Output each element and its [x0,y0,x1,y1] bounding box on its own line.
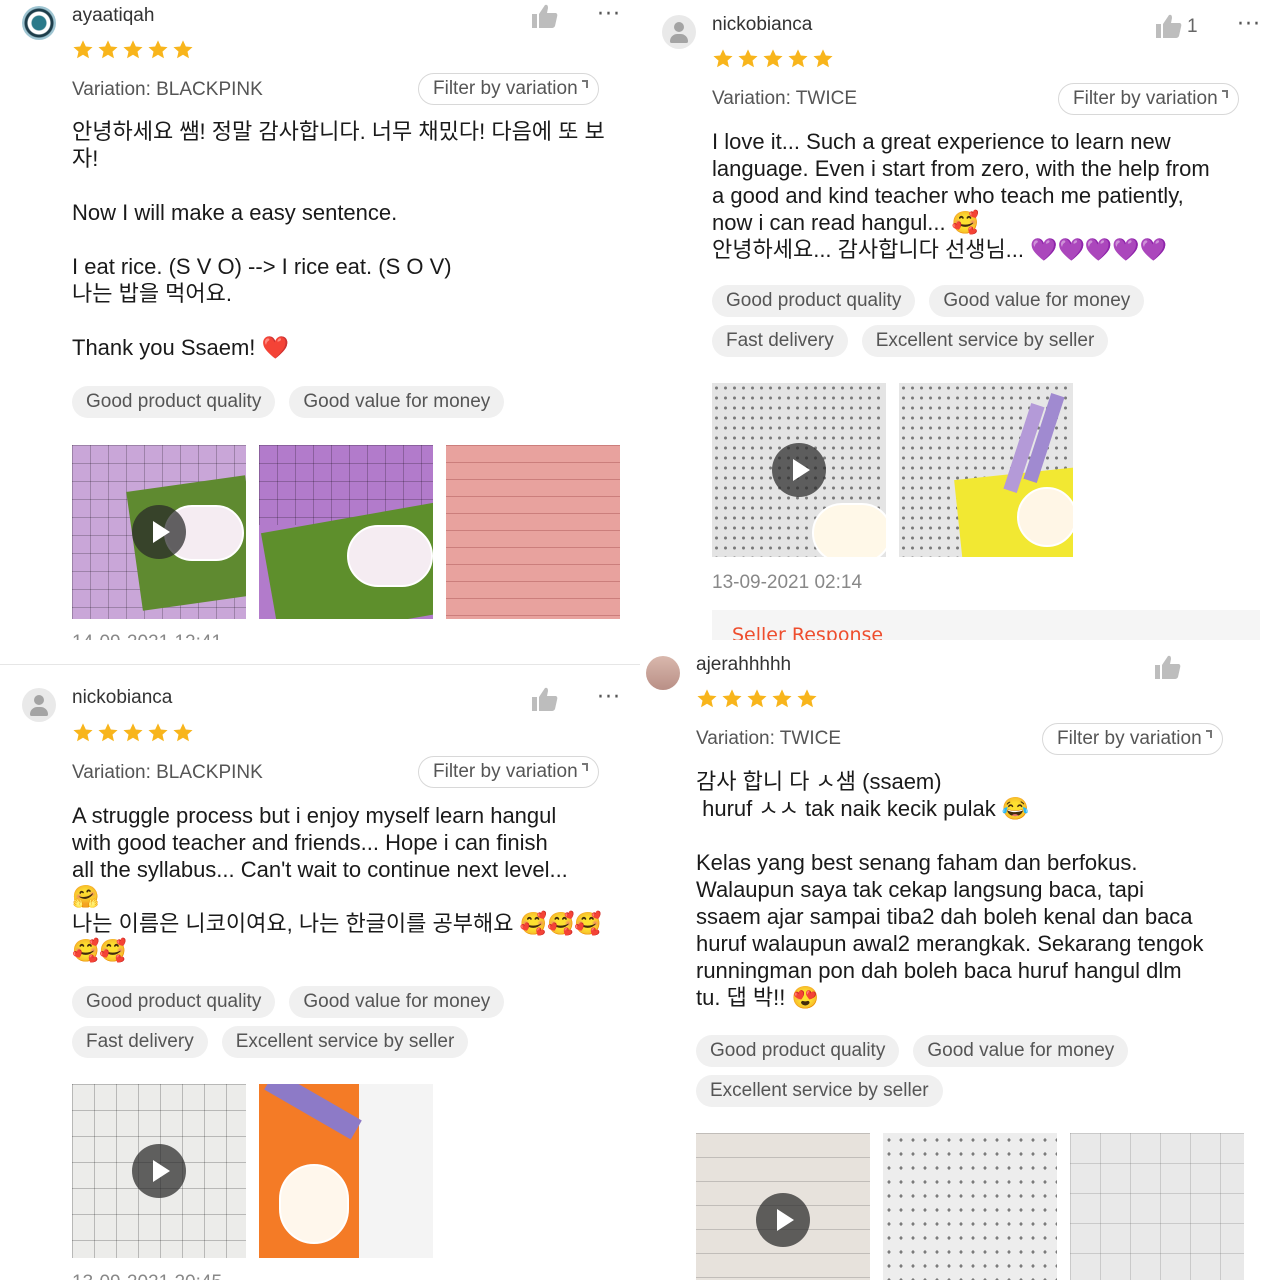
username[interactable]: nickobianca [72,687,172,709]
review-photo-thumbnail[interactable] [446,445,620,619]
user-avatar[interactable] [662,15,696,49]
tag-chip: Excellent service by seller [861,325,1109,357]
filter-label: Filter by variation [433,761,578,782]
tag-chip: Excellent service by seller [221,1026,469,1058]
star-icon [722,689,742,708]
filter-label: Filter by variation [433,78,578,99]
review-photo-thumbnail[interactable] [899,383,1073,557]
play-icon[interactable] [756,1193,810,1247]
review-text: 안녕하세요 쌤! 정말 감사합니다. 너무 채밌다! 다음에 또 보 자! No… [72,119,605,360]
review-video-thumbnail[interactable] [72,445,246,619]
thumbs-up-icon[interactable] [1155,13,1183,39]
star-icon [73,723,93,742]
star-icon [98,723,118,742]
review-photo-thumbnail[interactable] [1070,1133,1244,1280]
review-text: I love it... Such a great experience to … [712,129,1210,262]
review-photo-thumbnail[interactable] [883,1133,1057,1280]
tag-chip: Fast delivery [712,325,848,357]
review-card: ayaatiqah ··· Variation: BLACKPINK Filte… [0,0,640,640]
star-icon [797,689,817,708]
review-card: nickobianca ··· Variation: BLACKPINK Fil… [0,665,640,1280]
review-tags: Good product quality Good value for mone… [712,285,1272,357]
user-avatar[interactable] [646,656,680,690]
filter-label: Filter by variation [1057,728,1202,749]
user-avatar[interactable] [22,6,56,40]
star-icon [123,40,143,59]
star-icon [123,723,143,742]
tag-chip: Good value for money [913,1035,1129,1067]
star-icon [738,49,758,68]
star-icon [813,49,833,68]
star-icon [148,723,168,742]
user-avatar[interactable] [22,688,56,722]
star-icon [772,689,792,708]
filter-label: Filter by variation [1073,88,1218,109]
filter-by-variation-button[interactable]: Filter by variation [1058,83,1239,115]
tag-chip: Excellent service by seller [696,1075,943,1107]
play-icon[interactable] [772,443,826,497]
variation-label: Variation: BLACKPINK [72,762,263,783]
review-text: A struggle process but i enjoy myself le… [72,803,602,963]
review-card: ajerahhhhh Variation: TWICE Filter by va… [640,640,1280,1280]
review-video-thumbnail[interactable] [712,383,886,557]
review-photo-thumbnail[interactable] [259,1084,433,1258]
review-date: 14-09-2021 12:41 [72,632,222,640]
review-tags: Good product quality Good value for mone… [72,986,632,1058]
username[interactable]: ayaatiqah [72,5,154,27]
rating-stars [72,39,194,61]
filter-by-variation-button[interactable]: Filter by variation [418,756,599,788]
review-video-thumbnail[interactable] [72,1084,246,1258]
star-icon [788,49,808,68]
star-icon [148,40,168,59]
review-card: nickobianca 1 ··· Variation: TWICE Filte… [640,0,1280,640]
review-date: 13-09-2021 20:45 [72,1272,222,1280]
username[interactable]: ajerahhhhh [696,654,791,676]
review-date: 13-09-2021 02:14 [712,572,863,593]
username[interactable]: nickobianca [712,14,812,36]
filter-by-variation-button[interactable]: Filter by variation [1042,723,1223,755]
tag-chip: Good value for money [289,986,505,1018]
variation-label: Variation: TWICE [712,88,858,109]
seller-response: Seller Response [712,610,1260,640]
star-icon [747,689,767,708]
rating-stars [72,722,194,744]
review-video-thumbnail[interactable] [696,1133,870,1280]
star-icon [173,40,193,59]
tag-chip: Good product quality [696,1035,900,1067]
thumbs-up-icon[interactable] [1154,654,1182,680]
star-icon [98,40,118,59]
more-options-icon[interactable]: ··· [1237,14,1261,36]
review-text: 감사 합니 다 ㅅ샘 (ssaem) huruf ㅅㅅ tak naik kec… [696,769,1204,1010]
play-icon[interactable] [132,505,186,559]
star-icon [697,689,717,708]
review-tags: Good product quality Good value for mone… [696,1035,1256,1107]
tag-chip: Good product quality [72,386,276,418]
star-icon [173,723,193,742]
review-tags: Good product quality Good value for mone… [72,386,632,418]
like-count: 1 [1187,16,1198,37]
more-options-icon[interactable]: ··· [597,687,621,709]
tag-chip: Good value for money [289,386,505,418]
rating-stars [696,688,818,710]
tag-chip: Good value for money [929,285,1145,317]
star-icon [713,49,733,68]
tag-chip: Good product quality [72,986,276,1018]
filter-by-variation-button[interactable]: Filter by variation [418,73,599,105]
tag-chip: Fast delivery [72,1026,208,1058]
thumbs-up-icon[interactable] [531,3,559,29]
tag-chip: Good product quality [712,285,916,317]
thumbs-up-icon[interactable] [531,686,559,712]
seller-response-label: Seller Response [732,624,884,640]
variation-label: Variation: TWICE [696,728,842,749]
star-icon [73,40,93,59]
star-icon [763,49,783,68]
variation-label: Variation: BLACKPINK [72,79,263,100]
play-icon[interactable] [132,1144,186,1198]
more-options-icon[interactable]: ··· [597,4,621,26]
review-photo-thumbnail[interactable] [259,445,433,619]
rating-stars [712,48,834,70]
